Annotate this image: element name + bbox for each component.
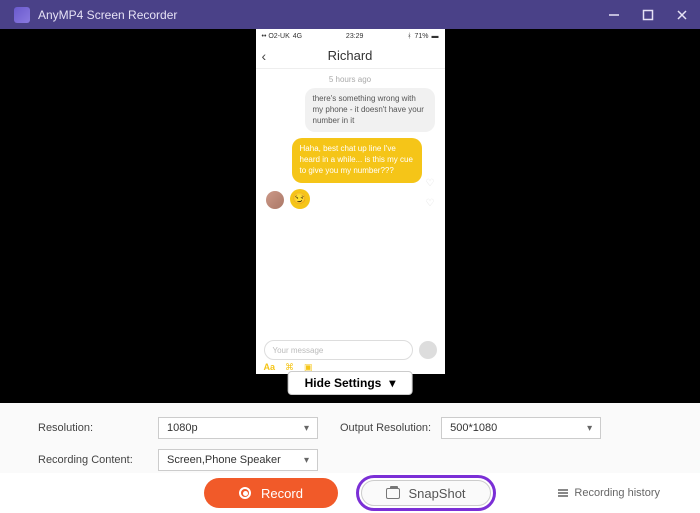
chevron-down-icon: ▾ xyxy=(304,423,309,434)
record-icon xyxy=(239,487,251,499)
recording-history-link[interactable]: Recording history xyxy=(558,487,660,499)
resolution-label: Resolution: xyxy=(38,422,148,434)
resolution-select[interactable]: 1080p▾ xyxy=(158,417,318,439)
settings-panel: Resolution: 1080p▾ Output Resolution: 50… xyxy=(0,403,700,473)
titlebar: AnyMP4 Screen Recorder xyxy=(0,0,700,29)
hide-settings-button[interactable]: Hide Settings ▾ xyxy=(288,371,413,395)
network-label: 4G xyxy=(293,33,302,40)
battery-label: 71% xyxy=(414,33,428,40)
hide-settings-label: Hide Settings xyxy=(305,376,382,390)
output-resolution-select[interactable]: 500*1080▾ xyxy=(441,417,601,439)
text-format-icon[interactable]: Aa xyxy=(264,362,276,372)
chevron-down-icon: ▾ xyxy=(389,376,395,390)
heart-icon[interactable]: ♡ xyxy=(426,178,435,189)
preview-area: •• O2-UK 4G 23:29 ᚼ 71% ▬ ‹ Richard 5 ho… xyxy=(0,29,700,403)
app-logo xyxy=(14,7,30,23)
avatar xyxy=(266,191,284,209)
bluetooth-icon: ᚼ xyxy=(407,33,411,40)
bottom-bar: Record SnapShot Recording history xyxy=(0,473,700,513)
incoming-message: there's something wrong with my phone - … xyxy=(305,88,435,132)
camera-icon xyxy=(386,488,400,499)
record-label: Record xyxy=(261,486,303,501)
chevron-down-icon: ▾ xyxy=(587,423,592,434)
recording-content-select[interactable]: Screen,Phone Speaker▾ xyxy=(158,449,318,471)
recording-content-label: Recording Content: xyxy=(38,454,148,466)
timestamp-label: 5 hours ago xyxy=(256,69,445,88)
sticker-emoji: 😏 xyxy=(290,189,310,209)
list-icon xyxy=(558,489,568,497)
heart-icon[interactable]: ♡ xyxy=(426,198,435,209)
snapshot-button[interactable]: SnapShot xyxy=(361,480,491,506)
maximize-button[interactable] xyxy=(638,5,658,25)
carrier-label: •• O2-UK xyxy=(262,33,290,40)
recording-history-label: Recording history xyxy=(574,487,660,499)
record-button[interactable]: Record xyxy=(204,478,338,508)
chat-header: ‹ Richard xyxy=(256,43,445,69)
battery-icon: ▬ xyxy=(432,33,439,40)
send-button[interactable] xyxy=(419,341,437,359)
back-icon[interactable]: ‹ xyxy=(262,48,267,64)
snapshot-label: SnapShot xyxy=(408,486,465,501)
phone-statusbar: •• O2-UK 4G 23:29 ᚼ 71% ▬ xyxy=(256,29,445,43)
chat-title: Richard xyxy=(328,48,373,63)
output-resolution-label: Output Resolution: xyxy=(340,422,431,434)
chevron-down-icon: ▾ xyxy=(304,455,309,466)
close-button[interactable] xyxy=(672,5,692,25)
time-label: 23:29 xyxy=(346,33,364,40)
minimize-button[interactable] xyxy=(604,5,624,25)
snapshot-highlight: SnapShot xyxy=(356,475,496,511)
outgoing-message: Haha, best chat up line I've heard in a … xyxy=(292,138,422,182)
message-input[interactable]: Your message xyxy=(264,340,413,360)
phone-screenshot: •• O2-UK 4G 23:29 ᚼ 71% ▬ ‹ Richard 5 ho… xyxy=(256,29,445,374)
app-title: AnyMP4 Screen Recorder xyxy=(38,8,177,22)
